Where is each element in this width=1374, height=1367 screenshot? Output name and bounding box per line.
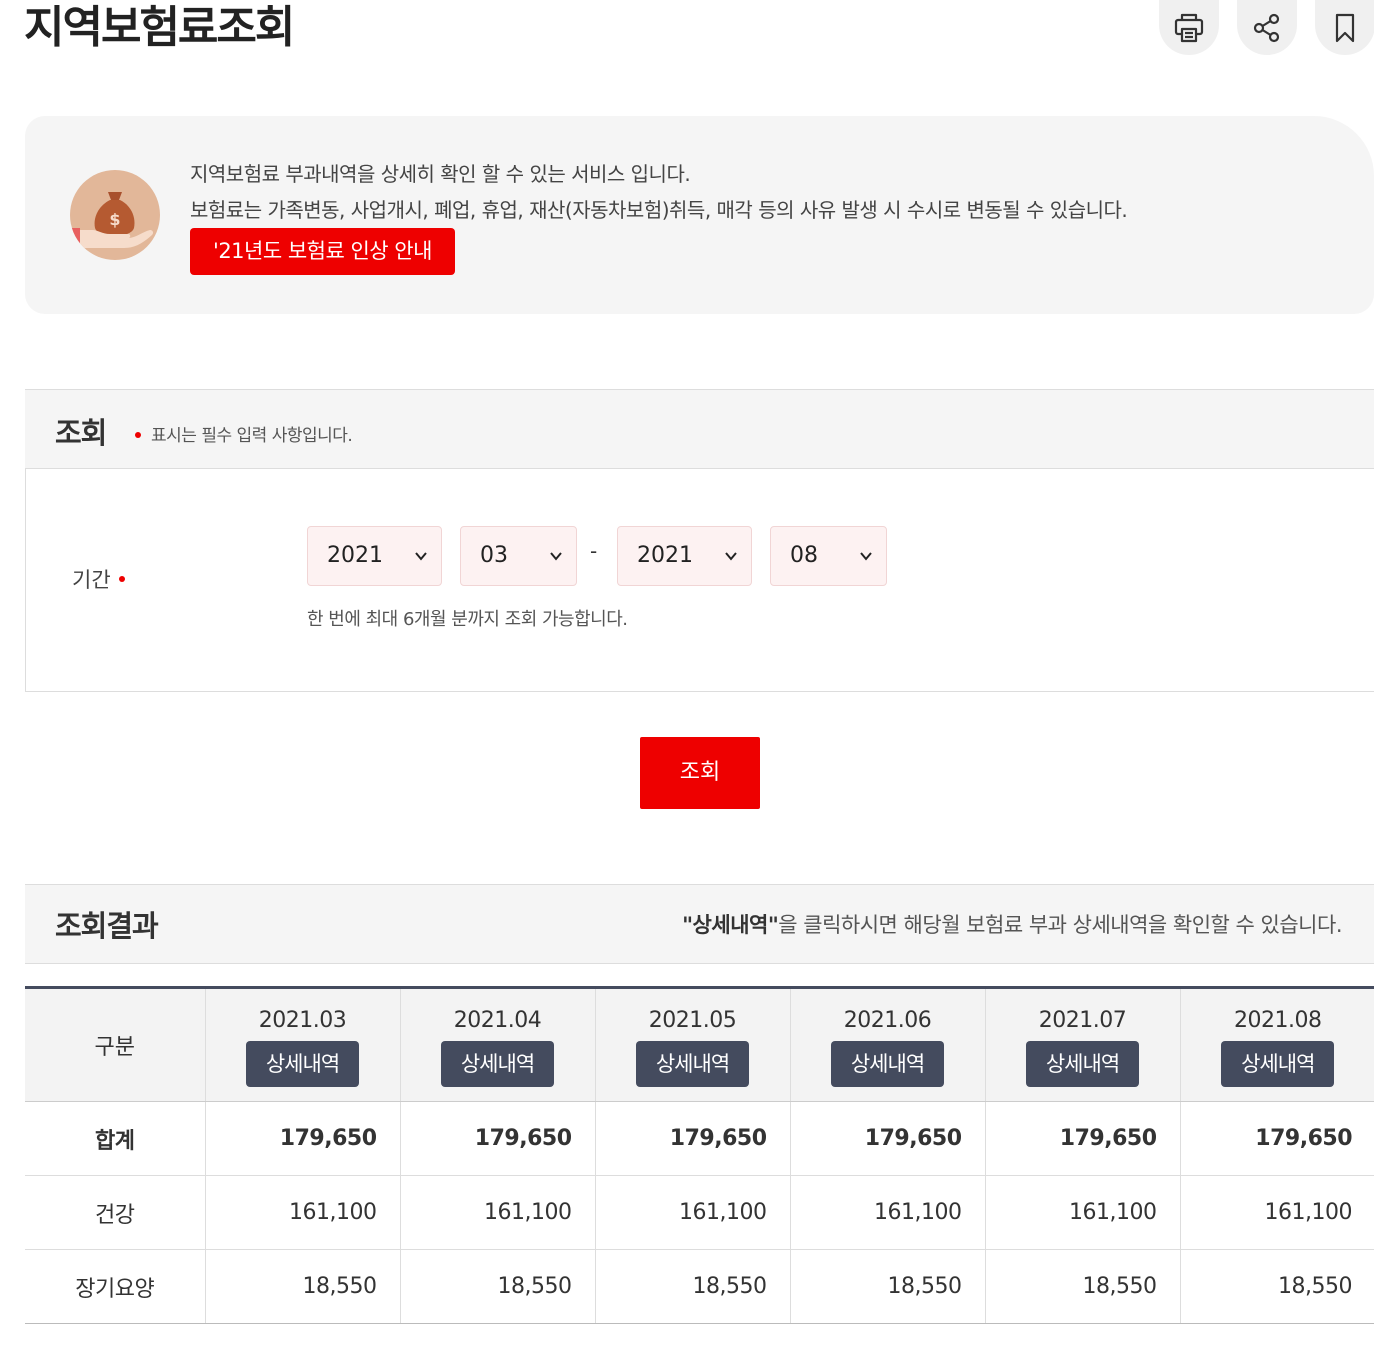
table-row-total: 합계 179,650 179,650 179,650 179,650 179,6…: [25, 1101, 1374, 1176]
bookmark-button[interactable]: [1315, 0, 1374, 55]
end-year-select[interactable]: 2021: [617, 526, 752, 586]
amount-cell: 179,650: [984, 1101, 1180, 1176]
required-dot-icon: [118, 576, 125, 582]
chevron-down-icon: [860, 552, 872, 561]
amount-cell: 179,650: [1179, 1101, 1374, 1176]
table-row-health: 건강 161,100 161,100 161,100 161,100 161,1…: [25, 1175, 1374, 1250]
result-section-title: 조회결과: [55, 909, 159, 943]
period-separator: -: [590, 539, 598, 563]
result-note: "상세내역"을 클릭하시면 해당월 보험료 부과 상세내역을 확인할 수 있습니…: [682, 909, 1342, 939]
share-icon: [1253, 13, 1280, 42]
money-bag-hand-icon: $: [70, 170, 160, 260]
table-row-long-term-care: 장기요양 18,550 18,550 18,550 18,550 18,550 …: [25, 1249, 1374, 1324]
detail-button-2021-04[interactable]: 상세내역: [441, 1041, 554, 1087]
amount-cell: 18,550: [789, 1249, 985, 1324]
end-year-value: 2021: [637, 543, 693, 568]
detail-button-2021-07[interactable]: 상세내역: [1026, 1041, 1139, 1087]
month-header: 2021.08 상세내역: [1179, 987, 1374, 1102]
month-label: 2021.03: [258, 1008, 347, 1033]
amount-cell: 18,550: [594, 1249, 790, 1324]
result-note-text: 을 클릭하시면 해당월 보험료 부과 상세내역을 확인할 수 있습니다.: [778, 913, 1342, 937]
amount-cell: 179,650: [789, 1101, 985, 1176]
period-label: 기간: [72, 564, 125, 594]
print-button[interactable]: [1159, 0, 1219, 55]
row-label: 건강: [25, 1175, 205, 1250]
row-label: 장기요양: [25, 1249, 205, 1324]
amount-cell: 161,100: [594, 1175, 790, 1250]
start-month-select[interactable]: 03: [460, 526, 577, 586]
rate-increase-notice-button[interactable]: '21년도 보험료 인상 안내: [190, 228, 455, 275]
search-button[interactable]: 조회: [640, 737, 760, 809]
month-label: 2021.06: [843, 1008, 932, 1033]
month-header: 2021.06 상세내역: [789, 987, 985, 1102]
month-header: 2021.04 상세내역: [399, 987, 595, 1102]
start-year-value: 2021: [327, 543, 383, 568]
result-table: 구분 2021.03 상세내역 2021.04 상세내역 2021.05 상세내…: [25, 986, 1374, 1324]
amount-cell: 179,650: [204, 1101, 400, 1176]
row-label: 합계: [25, 1101, 205, 1176]
search-section-title: 조회: [55, 416, 107, 450]
month-header: 2021.03 상세내역: [204, 987, 400, 1102]
required-note-text: 표시는 필수 입력 사항입니다.: [151, 426, 353, 446]
amount-cell: 161,100: [1179, 1175, 1374, 1250]
month-label: 2021.05: [648, 1008, 737, 1033]
table-header-row: 구분 2021.03 상세내역 2021.04 상세내역 2021.05 상세내…: [25, 987, 1374, 1102]
period-label-text: 기간: [72, 568, 111, 592]
detail-button-2021-06[interactable]: 상세내역: [831, 1041, 944, 1087]
search-section-header: 조회 표시는 필수 입력 사항입니다.: [25, 389, 1374, 469]
result-section-header: 조회결과 "상세내역"을 클릭하시면 해당월 보험료 부과 상세내역을 확인할 …: [25, 884, 1374, 964]
amount-cell: 179,650: [594, 1101, 790, 1176]
start-year-select[interactable]: 2021: [307, 526, 442, 586]
chevron-down-icon: [725, 552, 737, 561]
page-title: 지역보험료조회: [24, 2, 295, 53]
month-label: 2021.04: [453, 1008, 542, 1033]
amount-cell: 18,550: [984, 1249, 1180, 1324]
svg-text:$: $: [109, 210, 120, 229]
search-form: 기간 2021 03 - 2021 08 한 번에 최대 6개월 분까지 조회 …: [25, 469, 1374, 692]
amount-cell: 161,100: [204, 1175, 400, 1250]
detail-button-2021-05[interactable]: 상세내역: [636, 1041, 749, 1087]
printer-icon: [1174, 13, 1204, 42]
intro-panel: $ 지역보험료 부과내역을 상세히 확인 할 수 있는 서비스 입니다. 보험료…: [25, 116, 1374, 314]
amount-cell: 179,650: [399, 1101, 595, 1176]
end-month-value: 08: [790, 543, 818, 568]
bookmark-icon: [1335, 13, 1355, 42]
end-month-select[interactable]: 08: [770, 526, 887, 586]
amount-cell: 161,100: [984, 1175, 1180, 1250]
start-month-value: 03: [480, 543, 508, 568]
amount-cell: 161,100: [789, 1175, 985, 1250]
required-note: 표시는 필수 입력 사항입니다.: [135, 421, 353, 446]
amount-cell: 18,550: [1179, 1249, 1374, 1324]
chevron-down-icon: [415, 552, 427, 561]
month-header: 2021.07 상세내역: [984, 987, 1180, 1102]
amount-cell: 18,550: [204, 1249, 400, 1324]
month-label: 2021.07: [1038, 1008, 1127, 1033]
share-button[interactable]: [1237, 0, 1297, 55]
intro-line-1: 지역보험료 부과내역을 상세히 확인 할 수 있는 서비스 입니다.: [190, 162, 691, 186]
required-dot-icon: [135, 431, 141, 438]
category-header: 구분: [25, 987, 205, 1102]
chevron-down-icon: [550, 552, 562, 561]
amount-cell: 161,100: [399, 1175, 595, 1250]
intro-line-2: 보험료는 가족변동, 사업개시, 폐업, 휴업, 재산(자동차보험)취득, 매각…: [190, 198, 1128, 222]
detail-button-2021-03[interactable]: 상세내역: [246, 1041, 359, 1087]
month-label: 2021.08: [1234, 1008, 1322, 1033]
period-help-text: 한 번에 최대 6개월 분까지 조회 가능합니다.: [307, 609, 628, 630]
intro-description: 지역보험료 부과내역을 상세히 확인 할 수 있는 서비스 입니다. 보험료는 …: [190, 156, 1128, 228]
detail-button-2021-08[interactable]: 상세내역: [1221, 1041, 1335, 1087]
amount-cell: 18,550: [399, 1249, 595, 1324]
result-note-bold: "상세내역": [682, 913, 779, 937]
month-header: 2021.05 상세내역: [594, 987, 790, 1102]
